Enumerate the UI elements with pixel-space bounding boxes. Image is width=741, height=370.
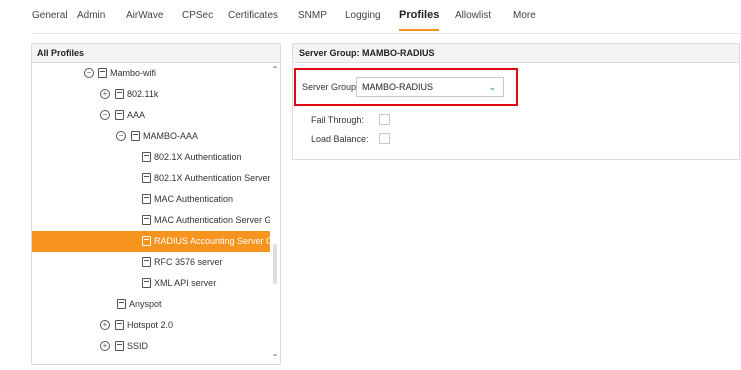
document-icon [115,320,124,330]
tree-item-label: 802.1X Authentication [154,152,242,162]
tree-item-8021x-authentication[interactable]: 802.1X Authentication [32,147,270,168]
fail-through-label: Fail Through: [311,115,364,125]
server-group-value: MAMBO-RADIUS [362,82,434,92]
document-icon [142,152,151,162]
nav-divider [32,33,741,34]
load-balance-checkbox[interactable] [379,133,390,144]
tab-admin[interactable]: Admin [77,10,105,21]
tab-cpsec[interactable]: CPSec [182,10,213,21]
all-profiles-panel: All Profiles − Mambo-wifi + 802.11k − AA… [31,43,281,365]
scrollbar-thumb[interactable] [273,244,277,284]
document-icon [142,194,151,204]
expand-icon[interactable]: + [100,89,110,99]
tree-item-anyspot[interactable]: Anyspot [32,294,270,315]
tree-item-aaa[interactable]: − AAA [32,105,270,126]
server-group-select[interactable]: MAMBO-RADIUS ⌄ [356,77,504,97]
tab-airwave[interactable]: AirWave [126,10,163,21]
chevron-up-icon[interactable]: ⌃ [271,66,279,74]
tree-item-label: Anyspot [129,299,162,309]
tree-item-802-11k[interactable]: + 802.11k [32,84,270,105]
document-icon [142,236,151,246]
tree-item-label: MAMBO-AAA [143,131,199,141]
tree-scrollbar[interactable]: ⌃ ⌄ [270,63,280,364]
profile-tree: − Mambo-wifi + 802.11k − AAA − MAMBO-AAA… [32,63,270,364]
tab-general[interactable]: General [32,10,68,21]
chevron-down-icon[interactable]: ⌄ [271,350,279,358]
document-icon [142,173,151,183]
server-group-label: Server Group: [302,82,359,92]
tree-item-label: 802.11k [127,89,159,99]
tree-item-label: RFC 3576 server [154,257,223,267]
expand-icon[interactable]: + [100,341,110,351]
tree-item-radius-accounting-server-group[interactable]: RADIUS Accounting Server Gr [32,231,270,252]
document-icon [131,131,140,141]
all-profiles-header: All Profiles [32,44,280,63]
chevron-down-icon: ⌄ [488,82,496,92]
tab-snmp[interactable]: SNMP [298,10,327,21]
document-icon [142,215,151,225]
document-icon [142,278,151,288]
tree-item-label: MAC Authentication Server Gr [154,215,270,225]
tree-item-mambo-aaa[interactable]: − MAMBO-AAA [32,126,270,147]
collapse-icon[interactable]: − [100,110,110,120]
document-icon [117,299,126,309]
tree-item-8021x-authentication-server[interactable]: 802.1X Authentication Server [32,168,270,189]
tree-item-hotspot-2-0[interactable]: + Hotspot 2.0 [32,315,270,336]
collapse-icon[interactable]: − [116,131,126,141]
tree-item-label: Mambo-wifi [110,68,157,78]
tab-allowlist[interactable]: Allowlist [455,10,491,21]
tree-item-label: AAA [127,110,146,120]
tree-item-label: XML API server [154,278,217,288]
tree-item-rfc-3576-server[interactable]: RFC 3576 server [32,252,270,273]
tree-item-label: 802.1X Authentication Server [154,173,270,183]
tree-item-mac-authentication-server-group[interactable]: MAC Authentication Server Gr [32,210,270,231]
tab-more[interactable]: More [513,10,536,21]
document-icon [98,68,107,78]
tree-item-ssid[interactable]: + SSID [32,336,270,357]
tab-logging[interactable]: Logging [345,10,381,21]
document-icon [115,89,124,99]
tree-item-label: MAC Authentication [154,194,234,204]
tree-item-xml-api-server[interactable]: XML API server [32,273,270,294]
tree-item-label: RADIUS Accounting Server Gr [154,236,270,246]
load-balance-label: Load Balance: [311,134,369,144]
tab-certificates[interactable]: Certificates [228,10,278,21]
tree-item-mac-authentication[interactable]: MAC Authentication [32,189,270,210]
collapse-icon[interactable]: − [84,68,94,78]
top-nav: General Admin AirWave CPSec Certificates… [0,0,741,34]
document-icon [115,341,124,351]
expand-icon[interactable]: + [100,320,110,330]
tab-profiles[interactable]: Profiles [399,9,440,31]
fail-through-checkbox[interactable] [379,114,390,125]
document-icon [142,257,151,267]
document-icon [115,110,124,120]
tree-item-label: Hotspot 2.0 [127,320,174,330]
server-group-header: Server Group: MAMBO-RADIUS [293,44,739,63]
tree-item-mambo-wifi[interactable]: − Mambo-wifi [32,63,270,84]
tree-item-label: SSID [127,341,149,351]
